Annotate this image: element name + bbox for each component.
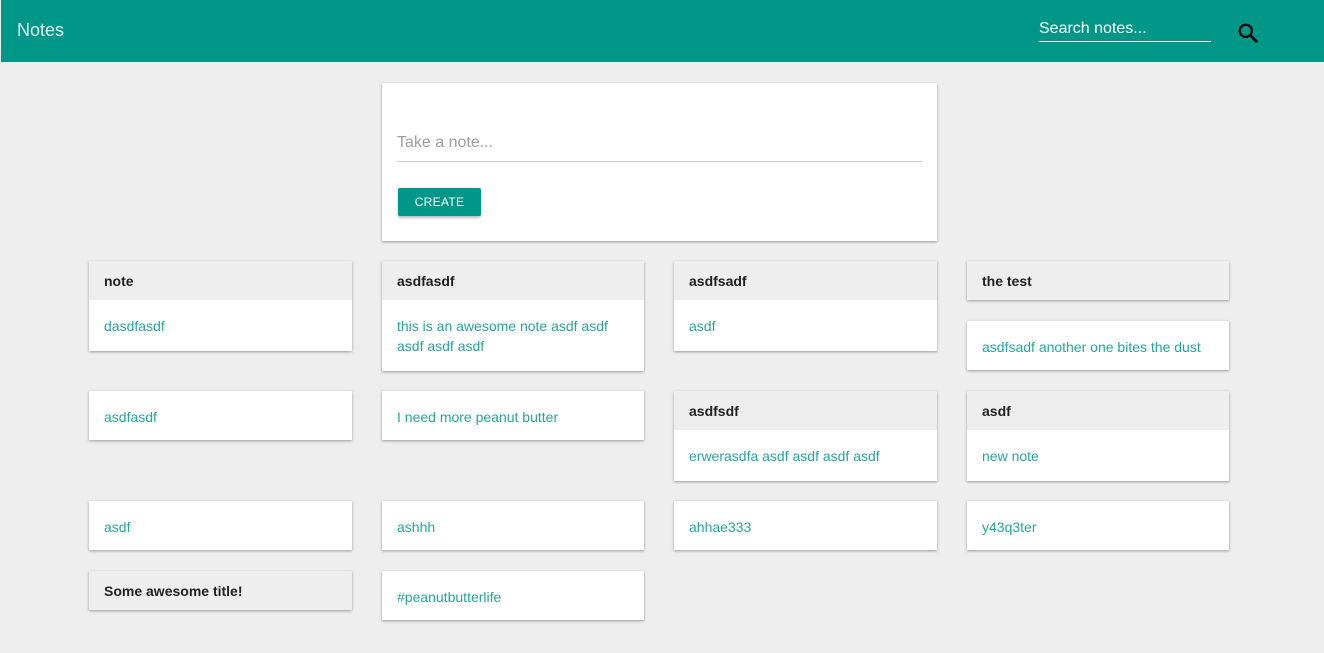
note-card[interactable]: asdfsadf another one bites the dust — [967, 321, 1229, 370]
note-body: ashhh — [397, 519, 436, 535]
note-title: asdf — [967, 391, 1229, 430]
note-body: asdf — [689, 318, 716, 334]
note-card[interactable]: y43q3ter — [967, 501, 1229, 550]
note-card[interactable]: asdfsdf erwerasdfa asdf asdf asdf asdf — [674, 391, 937, 481]
note-title: the test — [967, 261, 1229, 300]
note-card[interactable]: asdf new note — [967, 391, 1229, 481]
search-icon — [1238, 23, 1258, 43]
note-body: y43q3ter — [982, 519, 1037, 535]
note-composer: CREATE — [382, 83, 937, 241]
search-input[interactable] — [1039, 16, 1211, 42]
note-body: asdfasdf — [104, 409, 157, 425]
note-card[interactable]: #peanutbutterlife — [382, 571, 644, 620]
note-title: note — [89, 261, 352, 300]
note-body: asdf — [104, 519, 131, 535]
note-card[interactable]: asdfasdf this is an awesome note asdf as… — [382, 261, 644, 371]
note-title: Some awesome title! — [89, 571, 352, 610]
note-card[interactable]: asdf — [89, 501, 352, 550]
note-card[interactable]: asdfsadf asdf — [674, 261, 937, 351]
take-note-input[interactable] — [397, 131, 922, 162]
note-card[interactable]: the test — [967, 261, 1229, 300]
app-bar: Notes — [1, 0, 1324, 62]
note-card[interactable]: note dasdfasdf — [89, 261, 352, 351]
app-title: Notes — [17, 20, 65, 40]
note-body: I need more peanut butter — [397, 409, 559, 425]
note-body: asdfsadf another one bites the dust — [982, 339, 1201, 355]
note-body: new note — [982, 448, 1039, 464]
note-title: asdfasdf — [382, 261, 644, 300]
note-card[interactable]: ashhh — [382, 501, 644, 550]
note-body: #peanutbutterlife — [397, 589, 502, 605]
note-card[interactable]: asdfasdf — [89, 391, 352, 440]
note-card[interactable]: I need more peanut butter — [382, 391, 644, 440]
note-card[interactable]: Some awesome title! — [89, 571, 352, 610]
note-body: this is an awesome note asdf asdf asdf a… — [397, 318, 608, 354]
note-body: ahhae333 — [689, 519, 752, 535]
note-card[interactable]: ahhae333 — [674, 501, 937, 550]
note-title: asdfsadf — [674, 261, 937, 300]
create-button[interactable]: CREATE — [398, 188, 481, 216]
note-body: erwerasdfa asdf asdf asdf asdf — [689, 448, 880, 464]
note-body: dasdfasdf — [104, 318, 165, 334]
search-button[interactable] — [1235, 20, 1261, 46]
note-title: asdfsdf — [674, 391, 937, 430]
